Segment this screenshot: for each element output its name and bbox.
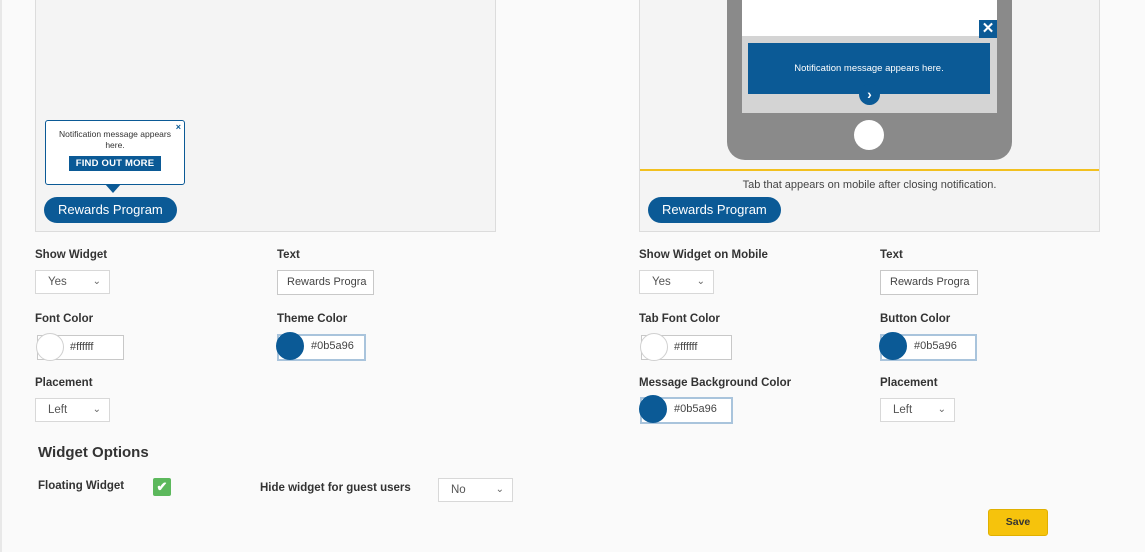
show-widget-label: Show Widget [35,249,108,261]
close-icon[interactable]: ✕ [979,20,997,38]
floating-widget-checkbox[interactable]: ✔ [153,478,171,496]
placement-value: Left [48,404,68,416]
hide-for-guests-value: No [451,484,466,496]
color-swatch[interactable] [639,395,667,423]
theme-color-label: Theme Color [277,313,348,325]
text-label: Text [277,249,300,261]
mobile-tab-caption: Tab that appears on mobile after closing… [742,179,997,191]
button-color-input[interactable]: #0b5a96 [879,332,977,361]
show-widget-mobile-select[interactable]: Yes ⌄ [639,270,714,294]
color-swatch[interactable] [879,332,907,360]
mobile-placement-select[interactable]: Left ⌄ [880,398,955,422]
font-color-input[interactable]: #ffffff [36,333,124,361]
theme-color-value: #0b5a96 [311,340,354,352]
color-swatch[interactable] [36,333,64,361]
chevron-down-icon: ⌄ [495,484,504,495]
close-icon[interactable]: × [176,122,181,132]
mobile-placement-value: Left [893,404,913,416]
text-input[interactable]: Rewards Progra [277,270,374,295]
show-widget-mobile-value: Yes [652,276,671,288]
font-color-label: Font Color [35,313,94,325]
tab-font-color-label: Tab Font Color [639,313,720,325]
notification-popup: × Notification message appears here. FIN… [45,120,185,193]
page-border [0,0,2,552]
show-widget-mobile-label: Show Widget on Mobile [639,249,768,261]
divider [640,169,1099,171]
popup-pointer [105,184,121,193]
rewards-tab-desktop[interactable]: Rewards Program [44,197,177,223]
button-color-value: #0b5a96 [914,340,957,352]
tab-font-color-input[interactable]: #ffffff [640,333,732,361]
chevron-down-icon: ⌄ [937,404,946,415]
mobile-widget-preview: ✕ Notification message appears here. › T… [639,0,1100,232]
hide-for-guests-label: Hide widget for guest users [260,482,411,494]
notification-message: Notification message appears here. [59,129,171,150]
rewards-tab-mobile[interactable]: Rewards Program [648,197,781,223]
color-swatch[interactable] [640,333,668,361]
chevron-right-icon[interactable]: › [859,84,880,105]
find-out-more-button[interactable]: FIND OUT MORE [68,156,162,171]
chevron-down-icon: ⌄ [696,276,705,287]
chevron-down-icon: ⌄ [92,276,101,287]
desktop-widget-preview: × Notification message appears here. FIN… [35,0,496,232]
phone-screen: ✕ Notification message appears here. › [742,0,997,113]
hide-for-guests-select[interactable]: No ⌄ [438,478,513,502]
message-bg-color-value: #0b5a96 [674,403,717,415]
message-bg-color-label: Message Background Color [639,377,792,389]
button-color-label: Button Color [880,313,951,325]
theme-color-input[interactable]: #0b5a96 [276,332,366,361]
mobile-placement-label: Placement [880,377,938,389]
mobile-text-label: Text [880,249,903,261]
floating-widget-label: Floating Widget [38,480,125,492]
chevron-down-icon: ⌄ [92,404,101,415]
mobile-text-input[interactable]: Rewards Progra [880,270,978,295]
message-bg-color-input[interactable]: #0b5a96 [639,395,733,424]
phone-home-button [854,120,884,150]
tab-font-color-value: #ffffff [674,341,698,353]
placement-select[interactable]: Left ⌄ [35,398,110,422]
widget-options-title: Widget Options [38,444,149,461]
phone-mockup: ✕ Notification message appears here. › [727,0,1012,160]
show-widget-select[interactable]: Yes ⌄ [35,270,110,294]
phone-page-area [742,0,997,36]
save-button[interactable]: Save [988,509,1048,536]
color-swatch[interactable] [276,332,304,360]
show-widget-value: Yes [48,276,67,288]
font-color-value: #ffffff [70,341,94,353]
placement-label: Placement [35,377,93,389]
